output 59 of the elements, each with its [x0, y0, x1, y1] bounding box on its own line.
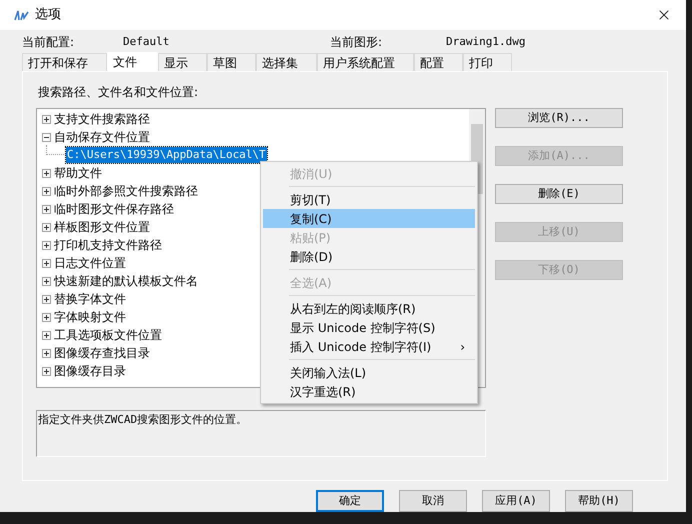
- tab[interactable]: 显示: [158, 53, 207, 71]
- menu-item[interactable]: 剪切(T): [263, 190, 475, 209]
- expand-icon[interactable]: [42, 366, 51, 376]
- menu-item[interactable]: 关闭输入法(L): [263, 363, 475, 382]
- expand-icon[interactable]: [42, 330, 51, 340]
- tab[interactable]: 文件: [107, 52, 158, 71]
- expand-icon[interactable]: [42, 258, 51, 268]
- menu-item[interactable]: 显示 Unicode 控制字符(S): [263, 318, 475, 337]
- tree-item[interactable]: 日志文件位置: [54, 254, 126, 272]
- expand-icon[interactable]: [42, 186, 51, 196]
- app-logo-icon: [14, 8, 29, 22]
- tree-item[interactable]: 临时外部参照文件搜索路径: [54, 182, 198, 200]
- profile-value: Default: [123, 34, 170, 50]
- dialog-button[interactable]: 取消: [399, 490, 467, 512]
- menu-item[interactable]: 从右到左的阅读顺序(R): [263, 299, 475, 318]
- expand-icon[interactable]: [42, 168, 51, 178]
- tab[interactable]: 选择集: [256, 53, 317, 71]
- tree-item[interactable]: 替换字体文件: [54, 290, 126, 308]
- tree-item[interactable]: 样板图形文件位置: [54, 218, 150, 236]
- dialog-button[interactable]: 帮助(H): [565, 490, 633, 512]
- expand-icon[interactable]: [42, 294, 51, 304]
- tab[interactable]: 打印: [463, 53, 512, 71]
- expand-icon[interactable]: [42, 348, 51, 358]
- tree-item[interactable]: 自动保存文件位置: [54, 128, 150, 146]
- tree-item[interactable]: 快速新建的默认模板文件名: [54, 272, 198, 290]
- description-box: 指定文件夹供ZWCAD搜索图形文件的位置。: [36, 410, 486, 457]
- section-label: 搜索路径、文件名和文件位置:: [38, 84, 200, 100]
- tree-item[interactable]: 打印机支持文件路径: [54, 236, 162, 254]
- expand-icon[interactable]: [42, 276, 51, 286]
- expand-icon[interactable]: [42, 312, 51, 322]
- menu-item[interactable]: 删除(D): [263, 247, 475, 266]
- side-button[interactable]: 删除(E): [495, 184, 623, 204]
- expand-icon[interactable]: [42, 114, 51, 124]
- tree-item[interactable]: 帮助文件: [54, 164, 102, 182]
- collapse-icon[interactable]: [42, 132, 51, 142]
- tree-item[interactable]: 临时图形文件保存路径: [54, 200, 174, 218]
- tree-item[interactable]: C:\Users\19939\AppData\Local\T: [66, 146, 267, 164]
- menu-item[interactable]: 汉字重选(R): [263, 382, 475, 401]
- menu-item[interactable]: 复制(C): [263, 209, 475, 228]
- tree-item[interactable]: 工具选项板文件位置: [54, 326, 162, 344]
- expand-icon[interactable]: [42, 204, 51, 214]
- tree-item[interactable]: 图像缓存目录: [54, 362, 126, 380]
- tree-item[interactable]: 字体映射文件: [54, 308, 126, 326]
- dialog-button[interactable]: 确定: [316, 490, 384, 512]
- tab[interactable]: 草图: [207, 53, 256, 71]
- tree-item[interactable]: 图像缓存查找目录: [54, 344, 150, 362]
- window-title: 选项: [35, 6, 61, 24]
- expand-icon[interactable]: [42, 240, 51, 250]
- expand-icon[interactable]: [42, 222, 51, 232]
- drawing-value: Drawing1.dwg: [446, 34, 526, 50]
- profile-label: 当前配置:: [22, 34, 76, 51]
- dialog-button[interactable]: 应用(A): [482, 490, 550, 512]
- side-button[interactable]: 浏览(R)...: [495, 108, 623, 128]
- menu-item[interactable]: 插入 Unicode 控制字符(I) ›: [263, 337, 475, 356]
- tree-item[interactable]: 支持文件搜索路径: [54, 110, 150, 128]
- tab[interactable]: 配置: [414, 53, 463, 71]
- drawing-label: 当前图形:: [330, 34, 384, 51]
- tab[interactable]: 用户系统配置: [317, 53, 414, 71]
- tab[interactable]: 打开和保存: [22, 53, 107, 71]
